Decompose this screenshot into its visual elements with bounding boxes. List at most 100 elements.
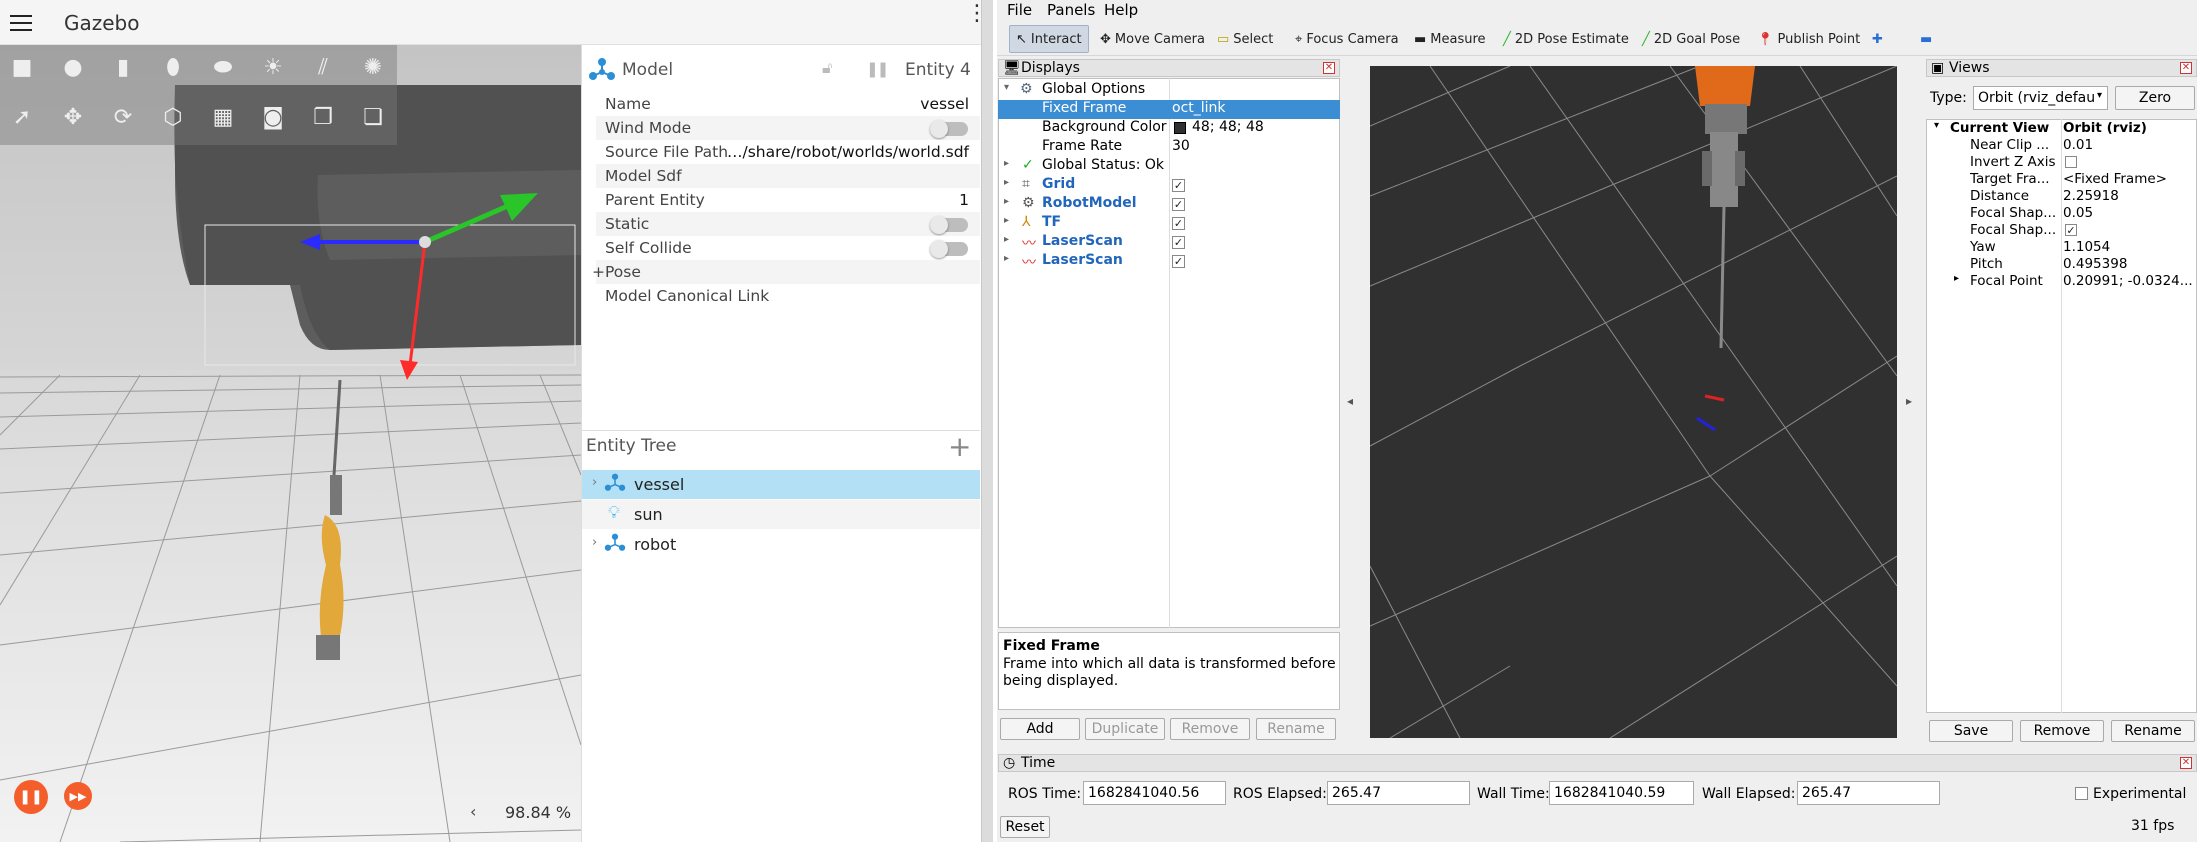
view-value[interactable]: 0.01	[2063, 137, 2093, 153]
view-value[interactable]: 2.25918	[2063, 188, 2119, 204]
ellipsoid-shape-icon[interactable]: ⬬	[206, 50, 240, 84]
directional-light-icon[interactable]: ⫽	[306, 50, 340, 84]
display-tf[interactable]: ▸ ⅄ TF ✓	[998, 214, 1340, 233]
view-value[interactable]: 0.05	[2063, 205, 2093, 221]
step-forward-button[interactable]: ▶▶	[64, 782, 92, 810]
display-robotmodel[interactable]: ▸ ⚙ RobotModel ✓	[998, 195, 1340, 214]
expand-plus-icon[interactable]: +	[592, 263, 605, 281]
enable-checkbox[interactable]: ✓	[1172, 179, 1185, 192]
expanded-arrow-icon[interactable]: ▾	[1934, 120, 1939, 131]
tool-select[interactable]: ▭ Select	[1217, 28, 1273, 50]
display-value[interactable]: 30	[1172, 138, 1190, 154]
rviz-3d-view[interactable]	[1369, 65, 1898, 739]
add-tool-icon[interactable]: ✚	[1872, 28, 1883, 50]
pause-button[interactable]: ❚❚	[14, 780, 48, 814]
view-value[interactable]: 1.1054	[2063, 239, 2110, 255]
view-current[interactable]: ▾ Current View Orbit (rviz)	[1926, 120, 2197, 137]
view-invert-z[interactable]: Invert Z Axis	[1926, 154, 2197, 171]
save-view-button[interactable]: Save	[1929, 720, 2013, 742]
sun-light-icon[interactable]: ☀	[256, 50, 290, 84]
entity-tree-item-vessel[interactable]: › vessel	[582, 470, 980, 499]
camera-icon[interactable]: ◙	[256, 100, 290, 134]
view-type-select[interactable]: Orbit (rviz_defau	[1973, 86, 2108, 110]
add-display-button[interactable]: Add	[1000, 718, 1080, 740]
view-value[interactable]: 0.495398	[2063, 256, 2127, 272]
experimental-checkbox[interactable]	[2075, 787, 2088, 800]
view-focal-shape-fixed[interactable]: Focal Shap... ✓	[1926, 222, 2197, 239]
spot-light-icon[interactable]: ✺	[356, 50, 390, 84]
transform-control-icon[interactable]: ⬡	[156, 100, 190, 134]
rename-display-button[interactable]: Rename	[1256, 718, 1336, 740]
display-global-status[interactable]: ▸ ✓ Global Status: Ok	[998, 157, 1340, 176]
color-swatch[interactable]	[1174, 122, 1186, 134]
pause-updates-icon[interactable]: ❚❚	[866, 60, 889, 78]
display-value[interactable]: oct_link	[1172, 100, 1226, 116]
close-icon[interactable]: ✕	[1323, 62, 1335, 74]
view-value[interactable]: <Fixed Frame>	[2063, 171, 2167, 187]
translate-icon[interactable]: ✥	[56, 100, 90, 134]
enable-checkbox[interactable]: ✓	[1172, 198, 1185, 211]
view-focal-shape-size[interactable]: Focal Shap... 0.05	[1926, 205, 2197, 222]
tool-measure[interactable]: ▬ Measure	[1414, 28, 1486, 50]
display-value[interactable]: 48; 48; 48	[1192, 119, 1264, 135]
static-toggle[interactable]	[930, 216, 968, 234]
collapsed-arrow-icon[interactable]: ▸	[1954, 273, 1959, 284]
rotate-icon[interactable]: ⟳	[106, 100, 140, 134]
close-icon[interactable]: ✕	[2180, 757, 2192, 769]
collapsed-arrow-icon[interactable]: ▸	[1004, 215, 1009, 226]
sphere-shape-icon[interactable]: ●	[56, 50, 90, 84]
lock-icon[interactable]: 🔓︎	[822, 58, 832, 78]
menu-help[interactable]: Help	[1104, 1, 1138, 19]
wall-elapsed-field[interactable]: 265.47	[1797, 781, 1940, 805]
grid-config-icon[interactable]: ▦	[206, 100, 240, 134]
cylinder-shape-icon[interactable]: ▮	[106, 50, 140, 84]
ros-time-field[interactable]: 1682841040.56	[1083, 781, 1226, 805]
collapsed-arrow-icon[interactable]: ▸	[1004, 253, 1009, 264]
enable-checkbox[interactable]: ✓	[1172, 236, 1185, 249]
display-fixed-frame[interactable]: Fixed Frame oct_link	[998, 100, 1340, 119]
display-grid[interactable]: ▸ ⌗ Grid ✓	[998, 176, 1340, 195]
view-pitch[interactable]: Pitch 0.495398	[1926, 256, 2197, 273]
add-entity-icon[interactable]: +	[948, 430, 971, 463]
enable-checkbox[interactable]: ✓	[1172, 255, 1185, 268]
wall-time-field[interactable]: 1682841040.59	[1549, 781, 1694, 805]
wind-mode-toggle[interactable]	[930, 120, 968, 138]
remove-display-button[interactable]: Remove	[1170, 718, 1250, 740]
tool-interact[interactable]: ↖ Interact	[1009, 25, 1089, 53]
zero-view-button[interactable]: Zero	[2115, 86, 2195, 110]
duplicate-display-button[interactable]: Duplicate	[1085, 718, 1165, 740]
ros-elapsed-field[interactable]: 265.47	[1327, 781, 1470, 805]
self-collide-toggle[interactable]	[930, 240, 968, 258]
paste-icon[interactable]: ❏	[356, 100, 390, 134]
collapse-left-icon[interactable]: ◂	[1347, 394, 1353, 408]
more-options-icon[interactable]: ⋮	[966, 3, 988, 36]
remove-view-button[interactable]: Remove	[2020, 720, 2104, 742]
entity-tree-item-sun[interactable]: 💡︎ sun	[582, 500, 980, 529]
select-arrow-icon[interactable]: ➚	[5, 100, 39, 134]
reset-time-button[interactable]: Reset	[1000, 816, 1050, 838]
expanded-arrow-icon[interactable]: ▾	[1004, 82, 1009, 93]
tool-move-camera[interactable]: ✥ Move Camera	[1100, 28, 1205, 50]
view-distance[interactable]: Distance 2.25918	[1926, 188, 2197, 205]
display-laserscan-1[interactable]: ▸ 〰 LaserScan ✓	[998, 233, 1340, 252]
property-row-pose[interactable]: + Pose	[592, 260, 980, 284]
close-icon[interactable]: ✕	[2180, 62, 2192, 74]
collapsed-arrow-icon[interactable]: ▸	[1004, 177, 1009, 188]
chevron-down-icon[interactable]: ▾	[2097, 90, 2102, 101]
tool-publish-point[interactable]: 📍︎ Publish Point	[1757, 28, 1860, 50]
rename-view-button[interactable]: Rename	[2111, 720, 2195, 742]
view-yaw[interactable]: Yaw 1.1054	[1926, 239, 2197, 256]
enable-checkbox[interactable]: ✓	[1172, 217, 1185, 230]
focal-shape-fixed-checkbox[interactable]: ✓	[2065, 224, 2077, 236]
menu-file[interactable]: File	[1007, 1, 1032, 19]
remove-tool-icon[interactable]: ▬	[1920, 28, 1932, 50]
tool-2d-goal-pose[interactable]: ╱ 2D Goal Pose	[1642, 28, 1740, 50]
collapse-stats-icon[interactable]: ‹	[470, 802, 476, 821]
copy-icon[interactable]: ❐	[306, 100, 340, 134]
collapse-right-icon[interactable]: ▸	[1906, 394, 1912, 408]
hamburger-menu-icon[interactable]	[10, 12, 32, 32]
chevron-right-icon[interactable]: ›	[592, 535, 597, 550]
gazebo-3d-scene[interactable]	[0, 45, 581, 842]
capsule-shape-icon[interactable]: ⬮	[156, 50, 190, 84]
menu-panels[interactable]: Panels	[1047, 1, 1095, 19]
